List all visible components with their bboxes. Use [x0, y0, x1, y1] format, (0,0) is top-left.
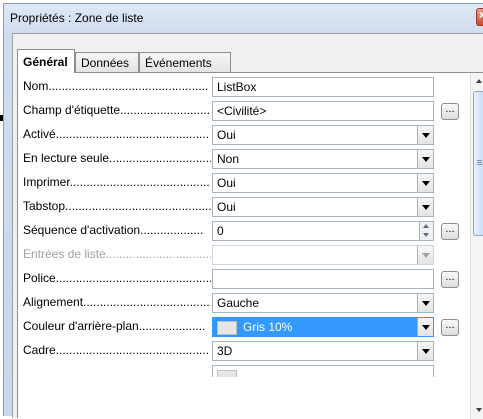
window-title: Propriétés : Zone de liste: [10, 11, 144, 25]
chevron-down-icon[interactable]: [417, 126, 433, 144]
select-value: Non: [217, 152, 240, 166]
property-label: Activé..................................…: [23, 127, 210, 141]
property-row-alignment: Alignement..............................…: [18, 292, 470, 314]
property-label: Entrées de liste........................…: [23, 247, 211, 261]
spin-down-icon[interactable]: [420, 231, 433, 240]
select-value: Oui: [217, 128, 236, 142]
property-row-partial: [18, 364, 470, 386]
property-label: Tabstop.................................…: [23, 199, 211, 213]
label-field-browse-button[interactable]: ...: [441, 103, 459, 120]
property-row-print: Imprimer................................…: [18, 172, 470, 194]
enabled-select[interactable]: Oui: [212, 125, 434, 145]
color-swatch: [217, 370, 237, 377]
list-entries-select: [212, 245, 434, 265]
property-row-champ-etiquette: Champ d'étiquette.......................…: [18, 100, 470, 122]
property-label: Alignement..............................…: [23, 295, 211, 309]
spinner-buttons[interactable]: [419, 222, 433, 240]
select-value: Gauche: [217, 296, 260, 310]
name-input[interactable]: ListBox: [212, 77, 434, 97]
chevron-up-icon[interactable]: [471, 73, 483, 89]
property-row-tab-order: Séquence d'activation...................…: [18, 220, 470, 242]
font-input[interactable]: [212, 269, 434, 289]
chevron-down-icon[interactable]: [417, 318, 433, 336]
title-bar: Propriétés : Zone de liste x: [4, 4, 483, 30]
color-swatch: [217, 321, 237, 335]
chevron-down-icon: [417, 246, 433, 264]
property-label: Champ d'étiquette.......................…: [23, 103, 211, 117]
font-browse-button[interactable]: ...: [441, 271, 459, 288]
select-value: Oui: [217, 200, 236, 214]
close-icon: x: [479, 9, 483, 21]
property-row-active: Activé..................................…: [18, 124, 470, 146]
tab-donnees[interactable]: Données: [75, 52, 139, 72]
tabstop-select[interactable]: Oui: [212, 197, 434, 217]
chevron-down-icon[interactable]: [471, 403, 483, 419]
property-row-background-color: Couleur d'arrière-plan..................…: [18, 316, 470, 338]
select-value: Oui: [217, 176, 236, 190]
alignment-select[interactable]: Gauche: [212, 293, 434, 313]
property-row-list-entries: Entrées de liste........................…: [18, 244, 470, 266]
tab-general[interactable]: Général: [17, 49, 75, 73]
print-select[interactable]: Oui: [212, 173, 434, 193]
property-label: En lecture seule........................…: [23, 151, 211, 165]
property-label: Nom.....................................…: [23, 79, 209, 93]
property-row-font: Police..................................…: [18, 268, 470, 290]
label-field-input[interactable]: <Civilité>: [212, 101, 434, 121]
select-value: 3D: [217, 344, 233, 358]
property-label: Couleur d'arrière-plan..................…: [23, 319, 206, 333]
properties-list: Nom.....................................…: [17, 72, 483, 419]
chevron-down-icon[interactable]: [417, 294, 433, 312]
property-label: Imprimer................................…: [23, 175, 210, 189]
background-color-select[interactable]: Gris 10%: [212, 317, 434, 337]
scrollbar-thumb[interactable]: [473, 91, 483, 236]
partial-select[interactable]: [212, 365, 434, 377]
spinner-value: 0: [217, 224, 224, 238]
tab-order-browse-button[interactable]: ...: [441, 223, 459, 240]
chevron-down-icon[interactable]: [417, 174, 433, 192]
property-row-read-only: En lecture seule........................…: [18, 148, 470, 170]
chevron-down-icon[interactable]: [417, 342, 433, 360]
properties-dialog: Propriétés : Zone de liste x Général Don…: [3, 3, 483, 419]
property-row-border: Cadre...................................…: [18, 340, 470, 362]
tab-order-spinner[interactable]: 0: [212, 221, 434, 241]
dialog-body: Général Données Événements Nom..........…: [12, 33, 483, 419]
close-button[interactable]: x: [476, 8, 483, 26]
property-row-tabstop: Tabstop.................................…: [18, 196, 470, 218]
property-label: Police..................................…: [23, 271, 211, 285]
tab-evenements[interactable]: Événements: [139, 52, 231, 72]
grip-icon: [477, 160, 482, 166]
border-select[interactable]: 3D: [212, 341, 434, 361]
vertical-scrollbar[interactable]: [470, 73, 483, 419]
property-label: Séquence d'activation...................: [23, 223, 204, 237]
background-color-browse-button[interactable]: ...: [441, 319, 459, 336]
select-value: Gris 10%: [243, 320, 293, 334]
chevron-down-icon[interactable]: [417, 150, 433, 168]
property-label: Cadre...................................…: [23, 343, 210, 357]
chevron-down-icon[interactable]: [417, 198, 433, 216]
read-only-select[interactable]: Non: [212, 149, 434, 169]
property-row-nom: Nom.....................................…: [18, 76, 470, 98]
